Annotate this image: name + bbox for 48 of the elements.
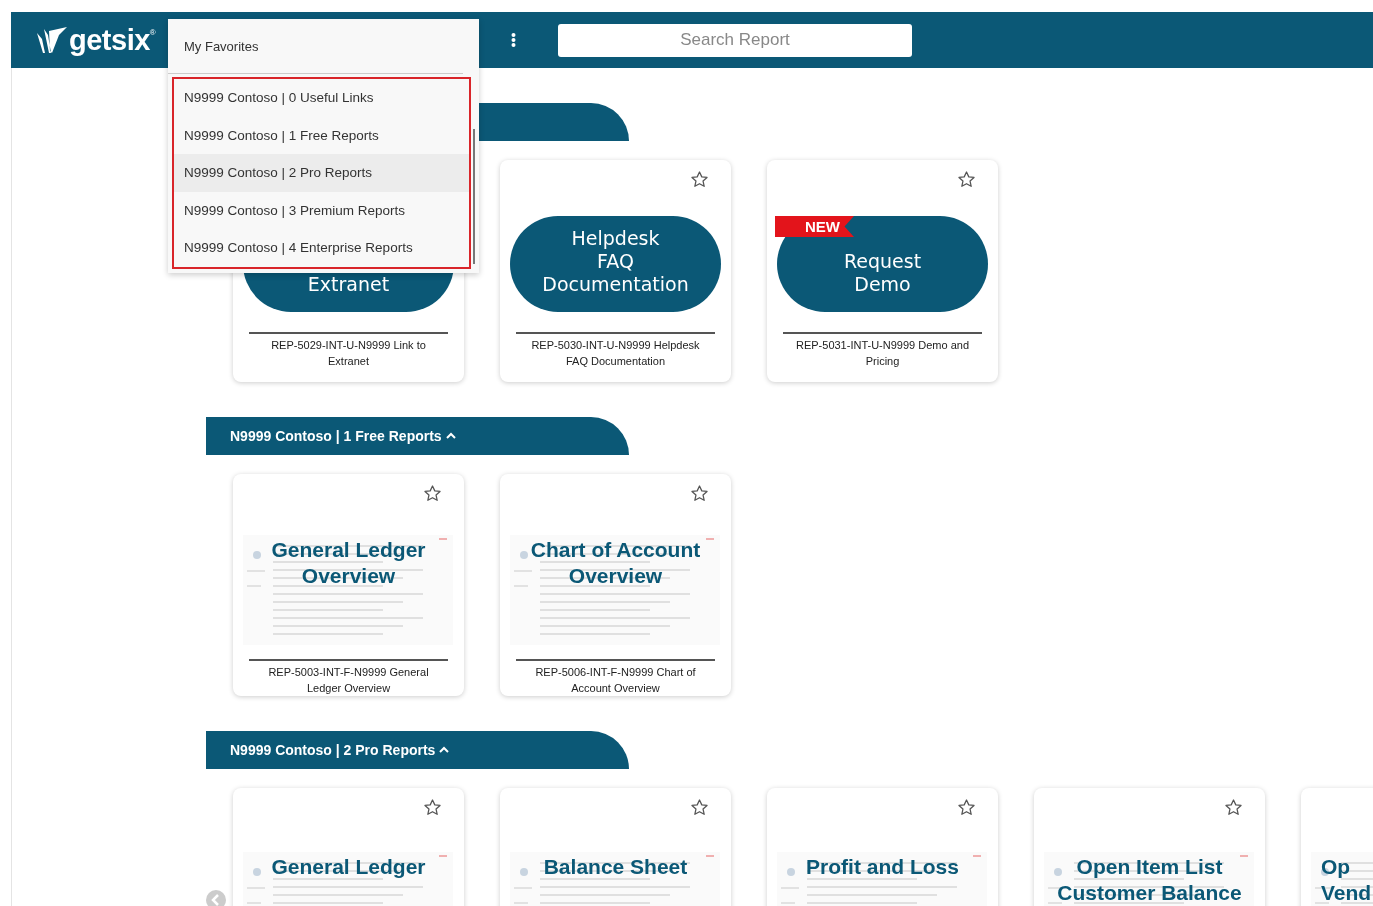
logo-arrows-icon (35, 25, 69, 55)
logo[interactable]: getsix® (35, 23, 168, 57)
thumbnail-title[interactable]: Profit and Loss (806, 854, 959, 880)
dropdown-option[interactable]: N9999 Contoso | 3 Premium Reports (174, 191, 469, 229)
tile-title: Helpdesk (571, 227, 660, 250)
more-menu-icon[interactable] (509, 31, 518, 49)
section-title: N9999 Contoso | 1 Free Reports (230, 428, 442, 444)
report-tile[interactable]: NEW Request Demo (777, 216, 988, 312)
thumbnail-title[interactable]: Vend (1321, 880, 1372, 906)
star-icon[interactable] (957, 170, 976, 189)
star-icon[interactable] (957, 798, 976, 817)
star-icon[interactable] (690, 484, 709, 503)
report-caption: REP-5030-INT-U-N9999 Helpdesk FAQ Documentation (530, 338, 701, 369)
thumbnail-title[interactable]: Overview (568, 563, 663, 590)
dropdown-option[interactable]: N9999 Contoso | 2 Pro Reports (174, 154, 469, 192)
thumbnail-title[interactable]: Chart of Account (530, 537, 701, 564)
favorites-select[interactable]: My Favorites (168, 19, 463, 74)
thumbnail-title[interactable]: Overview (301, 563, 396, 590)
star-icon[interactable] (423, 798, 442, 817)
tile-title: FAQ (597, 250, 634, 273)
new-badge: NEW (775, 216, 854, 237)
tile-title: Extranet (307, 273, 390, 296)
search-field[interactable]: Search Report (558, 23, 912, 57)
report-caption: REP-5029-INT-U-N9999 Link to Extranet (270, 338, 427, 369)
report-tile[interactable]: Helpdesk FAQ Documentation (510, 216, 721, 312)
thumbnail-title[interactable]: General Ledger (271, 854, 426, 880)
report-caption: REP-5031-INT-U-N9999 Demo and Pricing (795, 338, 970, 369)
scrollbar-thumb[interactable] (473, 129, 475, 264)
report-caption: REP-5006-INT-F-N9999 Chart of Account Overview (534, 665, 697, 696)
star-icon[interactable] (690, 170, 709, 189)
star-icon[interactable] (1224, 798, 1243, 817)
star-icon[interactable] (423, 484, 442, 503)
section-header[interactable]: N9999 Contoso | 1 Free Reports (206, 417, 629, 455)
dropdown-option[interactable]: N9999 Contoso | 0 Useful Links (174, 79, 469, 117)
report-caption: REP-5003-INT-F-N9999 General Ledger Overview (267, 665, 430, 696)
thumbnail-title[interactable]: Balance Sheet (543, 854, 688, 880)
star-icon[interactable] (690, 798, 709, 817)
tile-title: Demo (854, 273, 911, 296)
section-title: N9999 Contoso | 2 Pro Reports (230, 742, 436, 758)
tile-title: Request (843, 250, 922, 273)
thumbnail-title[interactable]: General Ledger (271, 537, 426, 564)
section-header[interactable]: N9999 Contoso | 2 Pro Reports (206, 731, 629, 769)
dropdown-option[interactable]: N9999 Contoso | 4 Enterprise Reports (174, 229, 469, 267)
dropdown-option[interactable]: N9999 Contoso | 1 Free Reports (174, 116, 469, 154)
thumbnail-title[interactable]: Op (1321, 854, 1351, 880)
tile-title: Documentation (542, 273, 689, 296)
thumbnail-title[interactable]: Open Item List (1076, 854, 1223, 880)
thumbnail-title[interactable]: Customer Balance (1057, 880, 1242, 906)
